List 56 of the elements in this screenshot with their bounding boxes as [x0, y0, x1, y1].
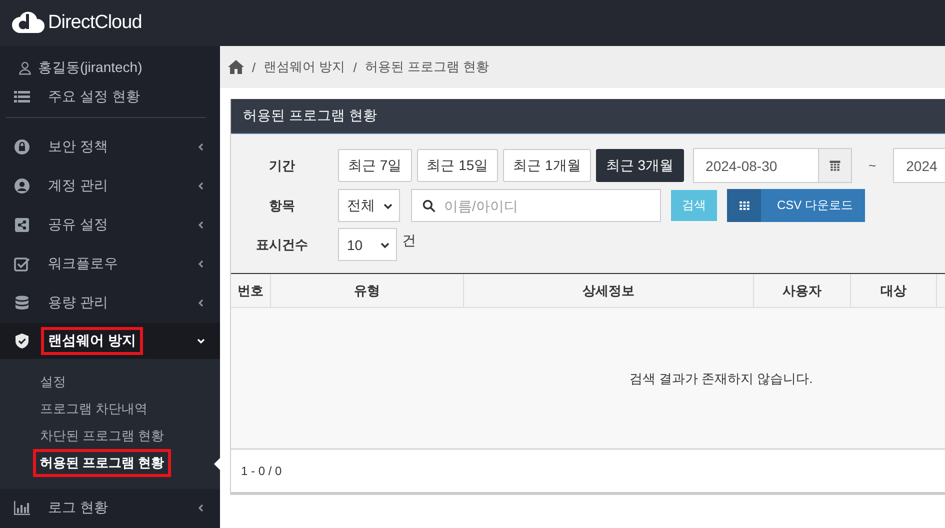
period-button[interactable]: 최근 15일	[416, 149, 498, 182]
table-icon	[738, 199, 750, 212]
date-field[interactable]: 2024-08-30	[692, 148, 852, 183]
field-label: 표시건수	[255, 236, 309, 254]
column-header: 상세정보	[464, 274, 754, 307]
period-button[interactable]: 최근 7일	[338, 149, 412, 182]
checkbox-icon	[14, 256, 30, 272]
field-label: 항목	[268, 196, 296, 214]
calendar-icon	[828, 158, 842, 172]
period-button[interactable]: 최근 3개월	[596, 149, 684, 182]
search-field[interactable]: 이름/아이디	[411, 189, 661, 222]
panel-title: 허용된 프로그램 현황	[231, 99, 945, 133]
sidebar-item[interactable]: 로그 현황	[0, 488, 220, 528]
search-icon	[422, 199, 436, 213]
user-row[interactable]: 홍길동(jirantech)	[0, 56, 220, 80]
item-select[interactable]: 전체	[338, 189, 400, 222]
user-icon	[18, 60, 32, 75]
count-select[interactable]: 10	[338, 228, 397, 261]
shield-icon	[14, 332, 30, 349]
sidebar-item[interactable]: 주요 설정 현황	[0, 79, 220, 115]
range-separator: ~	[868, 158, 876, 173]
submenu-item[interactable]: 차단된 프로그램 현황	[36, 425, 168, 448]
empty-message: 검색 결과가 존재하지 않습니다.	[629, 370, 813, 388]
breadcrumb-link[interactable]: 랜섬웨어 방지	[264, 58, 346, 76]
submenu-item[interactable]: 허용된 프로그램 현황	[36, 452, 168, 474]
user-circle-icon	[14, 178, 30, 194]
cloud-logo-icon	[12, 11, 46, 35]
column-header: 유형	[271, 274, 464, 307]
list-icon	[14, 89, 30, 105]
count-unit: 건	[402, 232, 416, 250]
csv-download-button[interactable]: CSV 다운로드	[727, 189, 866, 222]
breadcrumb-separator: /	[353, 60, 357, 74]
column-header: 대상	[851, 274, 937, 307]
lock-icon	[14, 139, 30, 156]
home-icon	[228, 59, 244, 75]
column-header: 번호	[231, 274, 271, 307]
field-label: 기간	[268, 156, 296, 174]
breadcrumb-separator: /	[252, 60, 256, 74]
submenu-item[interactable]: 설정	[36, 371, 70, 394]
sidebar-item[interactable]: 공유 설정	[0, 206, 220, 245]
sidebar-item[interactable]: 보안 정책	[0, 128, 220, 167]
submenu-item[interactable]: 프로그램 차단내역	[36, 398, 152, 420]
date-field[interactable]: 2024	[893, 148, 945, 183]
database-icon	[14, 295, 30, 312]
breadcrumb-link[interactable]: 허용된 프로그램 현황	[364, 58, 490, 76]
share-icon	[14, 217, 30, 234]
brand-name: DirectCloud	[48, 12, 142, 34]
user-name: 홍길동(jirantech)	[38, 58, 142, 77]
sidebar-item[interactable]: 랜섬웨어 방지	[0, 322, 220, 359]
sidebar-item[interactable]: 계정 관리	[0, 166, 220, 206]
column-header: 사용자	[754, 274, 851, 307]
bar-chart-icon	[14, 500, 30, 516]
period-button[interactable]: 최근 1개월	[503, 149, 591, 182]
sidebar-item[interactable]: 용량 관리	[0, 284, 220, 323]
sidebar-item[interactable]: 워크플로우	[0, 244, 220, 284]
page-info: 1 - 0 / 0	[241, 464, 282, 478]
